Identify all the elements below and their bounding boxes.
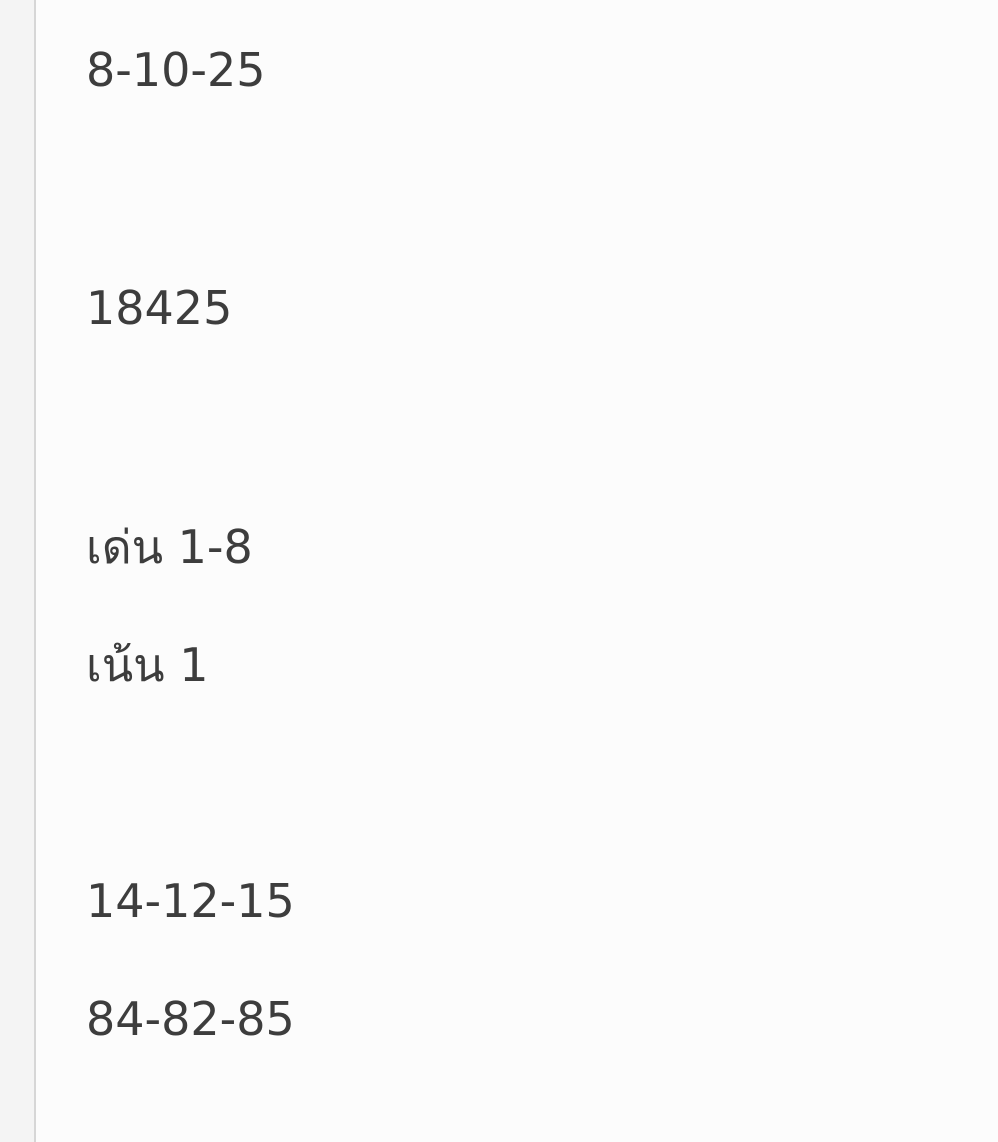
text-line-4: เน้น 1 xyxy=(86,638,209,692)
text-line-5: 14-12-15 xyxy=(86,874,295,928)
text-line-1: 8-10-25 xyxy=(86,43,266,97)
page: 8-10-25 18425 เด่น 1-8 เน้น 1 14-12-15 8… xyxy=(0,0,998,1142)
text-line-6: 84-82-85 xyxy=(86,992,295,1046)
text-line-2: 18425 xyxy=(86,281,233,335)
text-line-3: เด่น 1-8 xyxy=(86,520,253,574)
message-body: 8-10-25 18425 เด่น 1-8 เน้น 1 14-12-15 8… xyxy=(34,0,998,1142)
